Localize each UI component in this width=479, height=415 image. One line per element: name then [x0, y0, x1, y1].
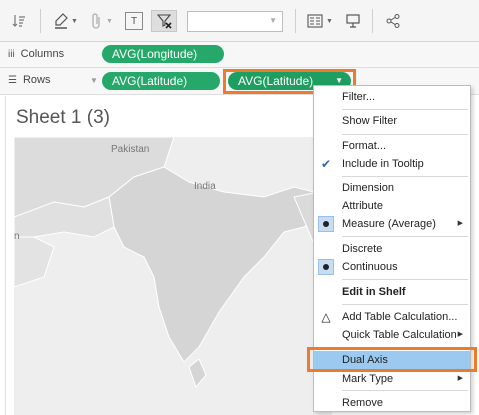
menu-item-quick-table-calc[interactable]: Quick Table Calculation ▶ — [314, 326, 470, 344]
share-icon[interactable] — [383, 10, 403, 32]
map-label-india: India — [194, 181, 216, 192]
menu-item-add-table-calc[interactable]: △ Add Table Calculation... — [314, 308, 470, 326]
radio-dot-icon — [318, 216, 334, 232]
delta-icon: △ — [321, 310, 331, 324]
menu-item-edit-shelf[interactable]: Edit in Shelf — [314, 283, 470, 301]
menu-item-mark-type[interactable]: Mark Type ▶ — [314, 370, 470, 388]
columns-icon: iii — [8, 49, 15, 60]
radio-dot-icon — [318, 259, 334, 275]
clear-filter-icon[interactable] — [151, 10, 177, 32]
fit-dropdown[interactable]: ▼ — [187, 11, 283, 32]
submenu-arrow-icon: ▶ — [457, 331, 463, 338]
chevron-down-icon: ▼ — [269, 16, 277, 25]
checkmark-icon: ✔ — [320, 157, 332, 171]
menu-item-measure[interactable]: Measure (Average) ▶ — [314, 215, 470, 233]
menu-item-filter[interactable]: Filter... — [314, 88, 470, 106]
menu-item-show-filter[interactable]: Show Filter — [314, 112, 470, 130]
menu-item-format[interactable]: Format... — [314, 137, 470, 155]
text-label-icon[interactable]: T — [125, 12, 143, 30]
map-view[interactable]: Pakistan India n — [13, 136, 333, 415]
columns-pill-longitude[interactable]: AVG(Longitude) — [102, 45, 224, 63]
show-labels-icon[interactable]: ▼ — [305, 10, 335, 32]
menu-item-remove[interactable]: Remove — [314, 394, 470, 412]
rows-icon: ☰ — [8, 75, 17, 86]
paperclip-icon[interactable]: ▼ — [89, 10, 115, 32]
rows-pill-latitude-1[interactable]: AVG(Latitude) — [102, 72, 220, 90]
rows-shelf-label: ☰ Rows — [8, 74, 51, 86]
submenu-arrow-icon: ▶ — [457, 375, 463, 382]
menu-item-attribute[interactable]: Attribute — [314, 197, 470, 215]
map-shapes — [13, 136, 333, 415]
menu-item-discrete[interactable]: Discrete — [314, 240, 470, 258]
menu-item-continuous[interactable]: Continuous — [314, 258, 470, 276]
menu-item-include-tooltip[interactable]: ✔ Include in Tooltip — [314, 155, 470, 173]
presentation-icon[interactable] — [343, 10, 363, 32]
columns-shelf-label: iii Columns — [8, 48, 65, 60]
submenu-arrow-icon: ▶ — [457, 220, 463, 227]
chevron-down-icon[interactable]: ▼ — [90, 76, 98, 85]
sheet-title: Sheet 1 (3) — [16, 107, 110, 128]
map-label-pakistan: Pakistan — [111, 144, 150, 155]
menu-item-dimension[interactable]: Dimension — [314, 179, 470, 197]
toolbar: ▼ ▼ T ▼ ▼ — [0, 0, 479, 42]
dual-axis-highlight-box — [307, 347, 477, 372]
map-label-edge: n — [14, 231, 20, 242]
columns-shelf: iii Columns AVG(Longitude) — [0, 42, 479, 68]
sort-icon[interactable] — [8, 10, 30, 32]
highlighter-icon[interactable]: ▼ — [53, 10, 79, 32]
